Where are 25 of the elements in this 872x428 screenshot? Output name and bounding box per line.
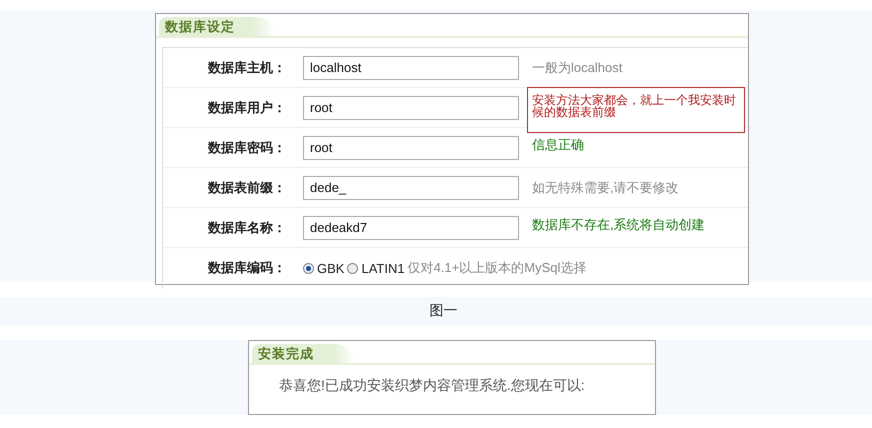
error-tooltip: 安装方法大家都会，就上一个我安装时候的数据表前缀 [527, 87, 745, 133]
hint-text: 一般为localhost [532, 58, 622, 76]
field-label: 数据库用户： [206, 98, 286, 116]
section-title: 数据库设定 [159, 17, 275, 36]
section-title: 安装完成 [252, 344, 354, 363]
field-label: 数据库名称： [206, 218, 286, 236]
field-label: 数据库编码： [206, 259, 286, 277]
field-label: 数据库密码： [206, 138, 286, 156]
radio-button[interactable] [347, 262, 358, 274]
field-label: 数据表前缀： [206, 178, 286, 196]
hint-text: 仅对4.1+以上版本的MySql选择 [408, 259, 586, 277]
input-field[interactable]: dedeakd7 [303, 216, 519, 240]
input-field[interactable]: localhost [303, 56, 519, 80]
option-label: LATIN1 [361, 260, 405, 276]
field-label: 数据库主机： [206, 58, 286, 76]
input-field[interactable]: root [303, 136, 519, 160]
success-message: 信息正确 [532, 136, 584, 154]
hint-text: 如无特殊需要,请不要修改 [532, 178, 679, 196]
radio-button[interactable] [303, 262, 314, 274]
success-message: 恭喜您!已成功安装织梦内容管理系统.您现在可以: [279, 377, 586, 395]
figure-caption: 图一 [430, 302, 458, 320]
input-field[interactable]: root [303, 96, 519, 120]
input-field[interactable]: dede_ [303, 176, 519, 200]
option-label: GBK [317, 260, 344, 276]
success-message: 数据库不存在,系统将自动创建 [532, 216, 705, 234]
